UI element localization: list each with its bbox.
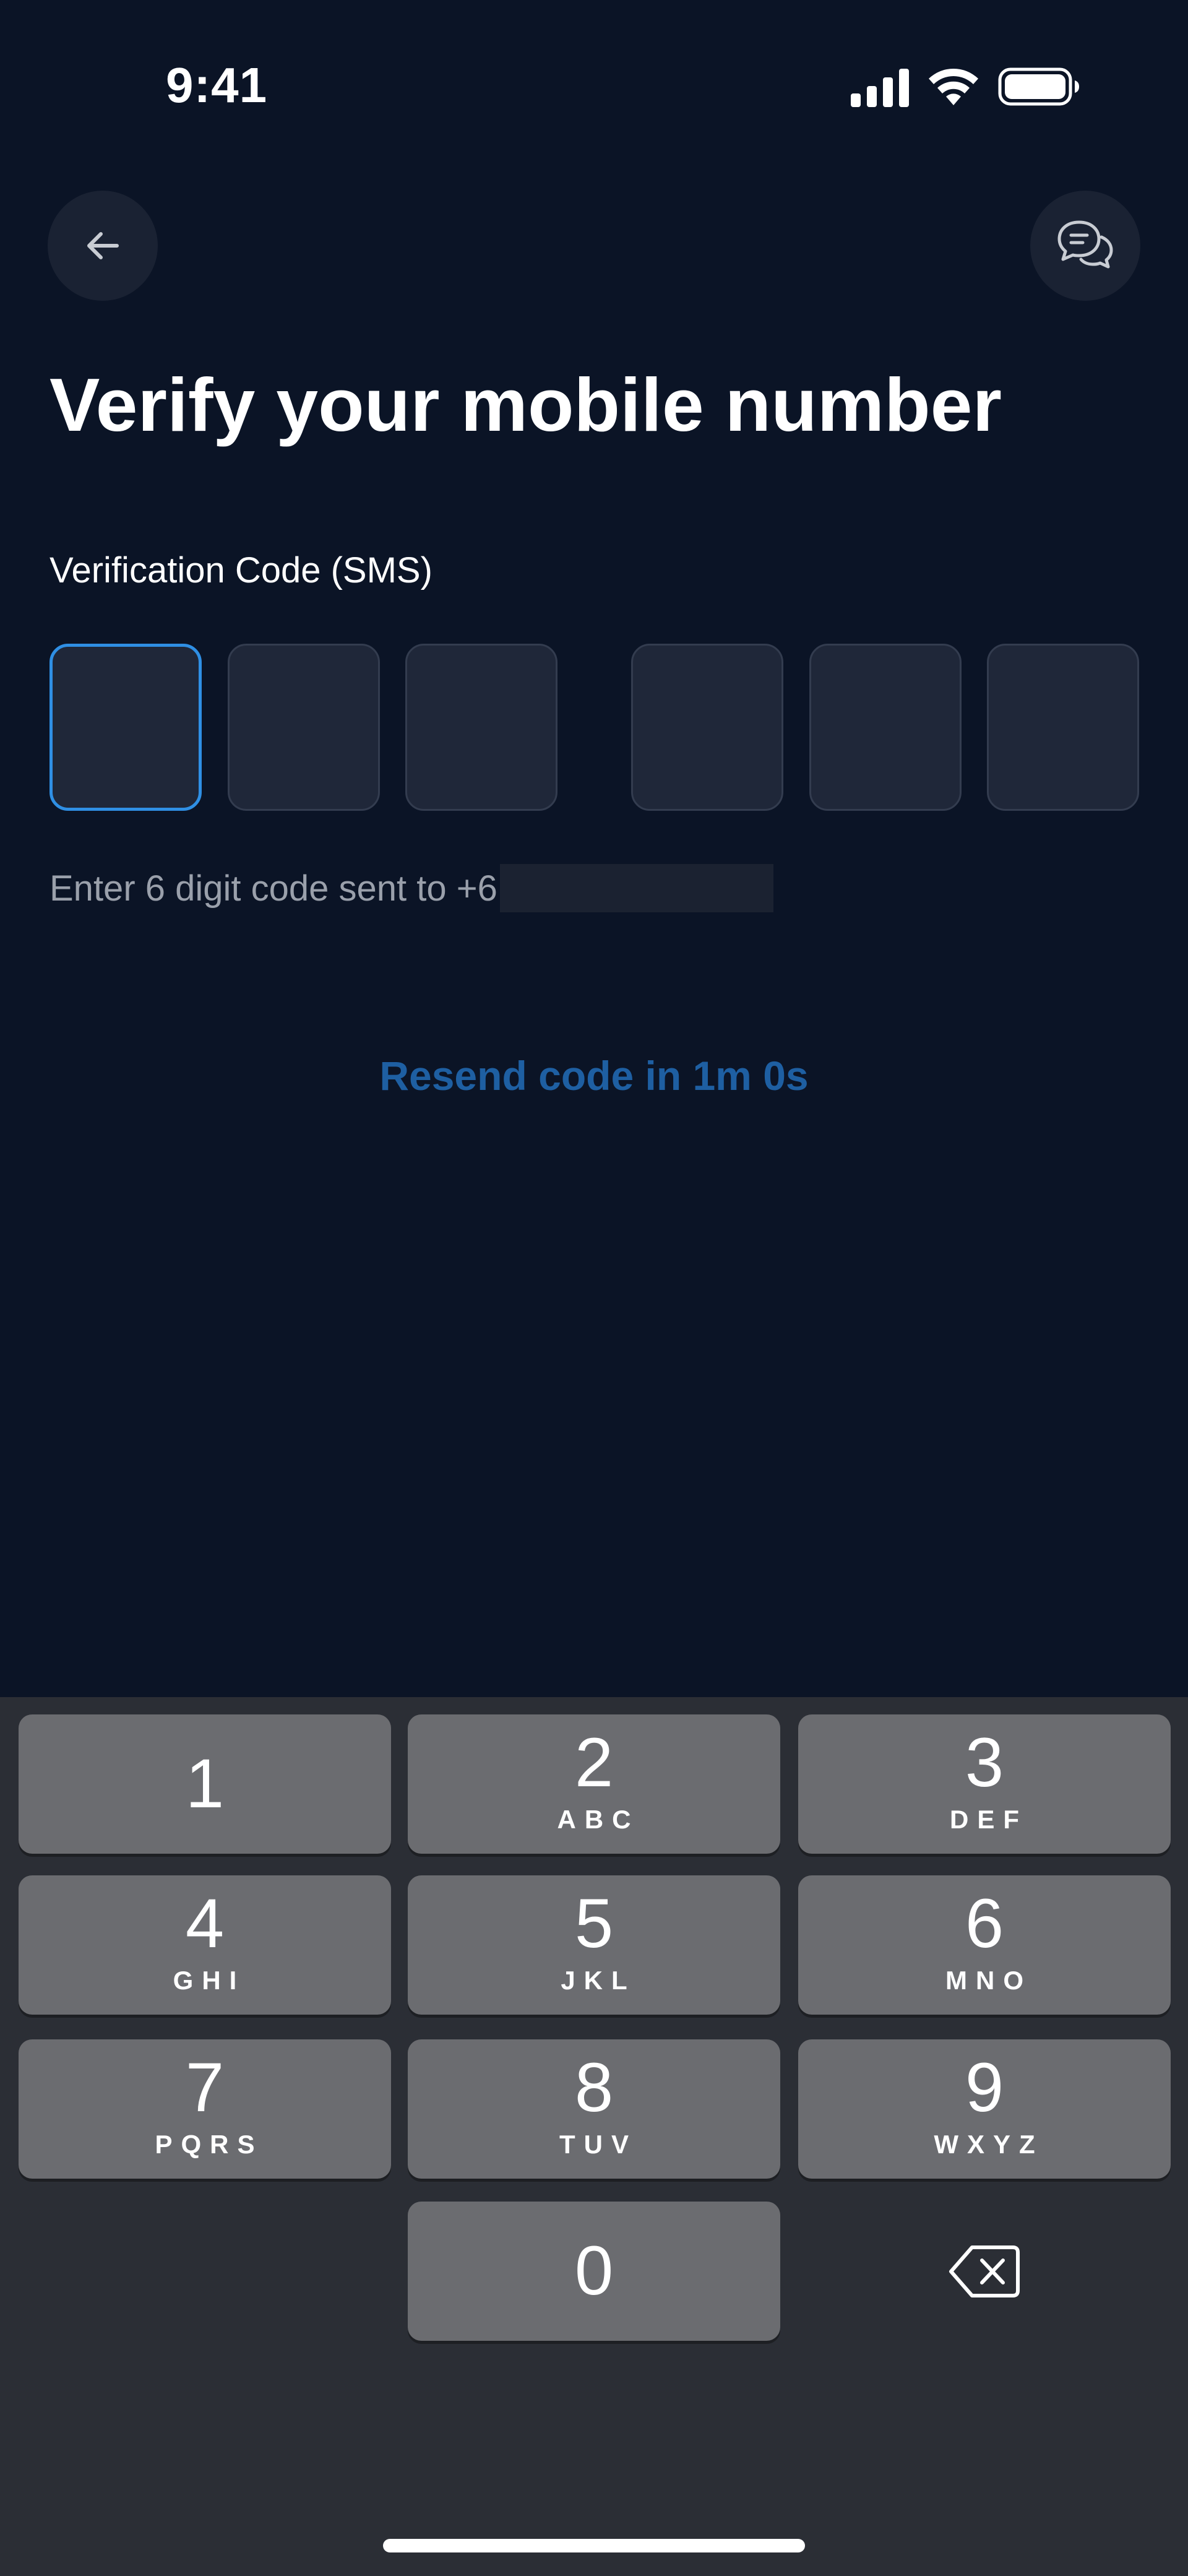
delete-key[interactable] bbox=[798, 2202, 1171, 2341]
resend-code-countdown: Resend code in 1m 0s bbox=[379, 1053, 809, 1099]
arrow-left-icon bbox=[87, 232, 119, 259]
wifi-icon bbox=[928, 67, 979, 106]
key-digit: 8 bbox=[574, 2049, 614, 2126]
code-sent-hint: Enter 6 digit code sent to +6 bbox=[50, 864, 773, 912]
signal-icon bbox=[851, 66, 909, 107]
key-digit: 5 bbox=[574, 1885, 614, 1962]
back-button[interactable] bbox=[48, 191, 158, 301]
verification-code-label: Verification Code (SMS) bbox=[50, 550, 433, 590]
backspace-icon bbox=[949, 2245, 1020, 2297]
key-letters: TUV bbox=[559, 2130, 637, 2159]
key-digit: 6 bbox=[965, 1885, 1004, 1962]
key-digit: 7 bbox=[185, 2049, 225, 2126]
status-time: 9:41 bbox=[166, 58, 268, 113]
key-letters: GHI bbox=[173, 1966, 246, 1995]
key-letters: JKL bbox=[561, 1966, 636, 1995]
redacted-phone-number bbox=[499, 864, 773, 912]
key-digit: 9 bbox=[965, 2049, 1004, 2126]
chat-bubbles-icon bbox=[1057, 220, 1113, 269]
key-letters: WXYZ bbox=[934, 2130, 1044, 2159]
home-indicator[interactable] bbox=[383, 2539, 805, 2552]
key-letters: DEF bbox=[950, 1805, 1028, 1834]
key-letters: ABC bbox=[557, 1805, 640, 1834]
otp-digit-input-1[interactable] bbox=[50, 644, 202, 811]
key-6[interactable]: 6 MNO bbox=[798, 1875, 1171, 2015]
otp-digit-input-5[interactable] bbox=[809, 644, 962, 811]
otp-digit-input-2[interactable] bbox=[228, 644, 380, 811]
key-0[interactable]: 0 bbox=[408, 2202, 780, 2341]
key-digit: 0 bbox=[574, 2232, 614, 2309]
support-chat-button[interactable] bbox=[1030, 191, 1140, 301]
otp-digit-input-3[interactable] bbox=[405, 644, 557, 811]
key-digit: 2 bbox=[574, 1724, 614, 1801]
key-7[interactable]: 7 PQRS bbox=[19, 2039, 391, 2179]
key-digit: 3 bbox=[965, 1724, 1004, 1801]
key-digit: 4 bbox=[185, 1885, 225, 1962]
key-4[interactable]: 4 GHI bbox=[19, 1875, 391, 2015]
key-8[interactable]: 8 TUV bbox=[408, 2039, 780, 2179]
key-5[interactable]: 5 JKL bbox=[408, 1875, 780, 2015]
key-2[interactable]: 2 ABC bbox=[408, 1714, 780, 1854]
key-9[interactable]: 9 WXYZ bbox=[798, 2039, 1171, 2179]
battery-icon bbox=[998, 67, 1081, 106]
otp-digit-input-6[interactable] bbox=[987, 644, 1139, 811]
code-sent-hint-text: Enter 6 digit code sent to +6 bbox=[50, 868, 497, 909]
page-title: Verify your mobile number bbox=[50, 363, 1002, 447]
key-3[interactable]: 3 DEF bbox=[798, 1714, 1171, 1854]
verify-mobile-screen: 9:41 Verify your mobile number Verificat… bbox=[0, 0, 1188, 2576]
key-letters: MNO bbox=[945, 1966, 1032, 1995]
key-digit: 1 bbox=[185, 1745, 225, 1822]
otp-digit-input-4[interactable] bbox=[631, 644, 783, 811]
key-1[interactable]: 1 bbox=[19, 1714, 391, 1854]
key-letters: PQRS bbox=[155, 2130, 264, 2159]
status-icons bbox=[851, 65, 1081, 108]
